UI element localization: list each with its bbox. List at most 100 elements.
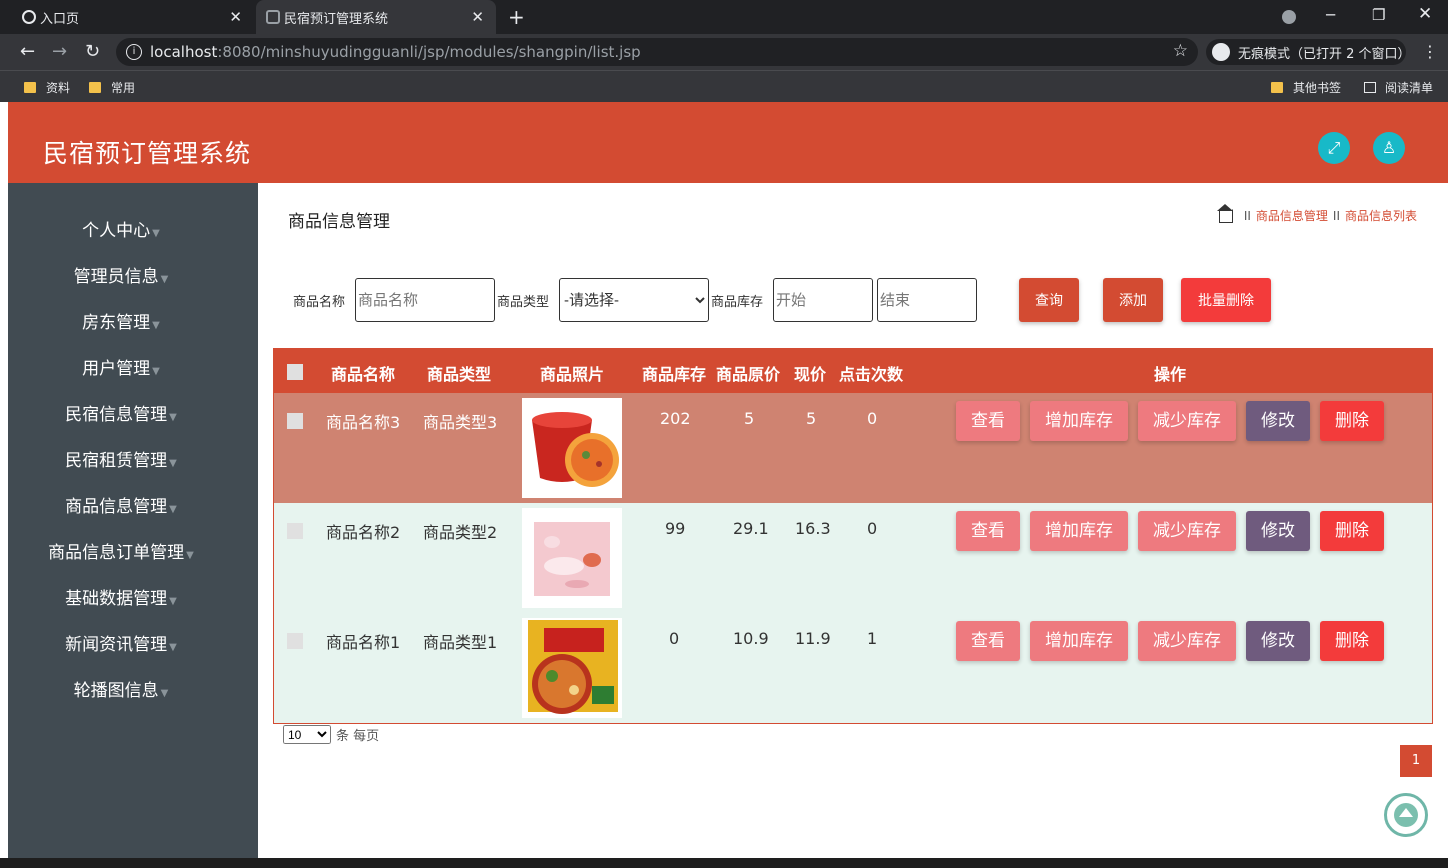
view-button[interactable]: 查看 xyxy=(956,621,1020,661)
menu-dots-icon[interactable]: ⋮ xyxy=(1422,42,1438,61)
row-checkbox[interactable] xyxy=(287,523,303,539)
sidebar-item-label: 商品信息订单管理 xyxy=(48,543,185,563)
sidebar-item-label: 用户管理 xyxy=(82,359,151,379)
cell-price: 10.9 xyxy=(733,629,769,648)
page-size-select[interactable]: 10 xyxy=(283,725,331,744)
bookmarks-bar: 资料 常用 其他书签 阅读清单 xyxy=(0,70,1448,102)
incognito-badge[interactable]: 无痕模式（已打开 2 个窗口） xyxy=(1206,39,1411,65)
new-tab-icon[interactable]: + xyxy=(508,5,525,29)
delete-button[interactable]: 删除 xyxy=(1320,621,1384,661)
forward-icon[interactable]: → xyxy=(52,41,67,62)
breadcrumb-link[interactable]: 商品信息管理 xyxy=(1256,207,1328,224)
edit-button[interactable]: 修改 xyxy=(1246,401,1310,441)
breadcrumb-current[interactable]: 商品信息列表 xyxy=(1345,207,1417,224)
sidebar-item-users[interactable]: 用户管理 ▼ xyxy=(8,354,234,379)
table-row[interactable]: 商品名称1 商品类型1 0 10.9 11.9 1 查看 增加库存 减少库存 修… xyxy=(274,613,1432,723)
sidebar-item-carousel[interactable]: 轮播图信息 ▼ xyxy=(8,676,234,701)
product-photo[interactable] xyxy=(522,398,622,498)
col-price: 商品原价 xyxy=(716,365,781,384)
row-checkbox[interactable] xyxy=(287,633,303,649)
page-number-button[interactable]: 1 xyxy=(1400,745,1432,777)
os-taskbar xyxy=(0,858,1448,868)
product-photo[interactable] xyxy=(522,508,622,608)
page-title: 商品信息管理 xyxy=(288,212,390,232)
sidebar: 个人中心 ▼ 管理员信息 ▼ 房东管理 ▼ 用户管理 ▼ 民宿信息管理 ▼ 民宿租赁管理 ▼… xyxy=(8,183,258,868)
browser-tab-strip: 入口页 ✕ 民宿预订管理系统 ✕ + ─ ❐ ✕ xyxy=(0,0,1448,34)
bookmark-item[interactable]: 资料 xyxy=(24,79,70,96)
sidebar-item-label: 基础数据管理 xyxy=(65,589,168,609)
stock-start-input[interactable] xyxy=(773,278,873,322)
sidebar-item-products[interactable]: 商品信息管理 ▼ xyxy=(8,492,234,517)
cell-clicks: 0 xyxy=(867,409,878,428)
reload-icon[interactable]: ↻ xyxy=(85,41,100,62)
name-filter-input[interactable] xyxy=(355,278,495,322)
reduce-stock-button[interactable]: 减少库存 xyxy=(1138,511,1236,551)
cell-type: 商品类型3 xyxy=(423,413,498,432)
cell-price: 29.1 xyxy=(733,519,769,538)
sidebar-item-admins[interactable]: 管理员信息 ▼ xyxy=(8,262,234,287)
window-close-icon[interactable]: ✕ xyxy=(1418,4,1432,24)
close-icon[interactable]: ✕ xyxy=(471,8,484,26)
info-icon[interactable]: i xyxy=(126,44,142,60)
add-stock-button[interactable]: 增加库存 xyxy=(1030,621,1128,661)
view-button[interactable]: 查看 xyxy=(956,401,1020,441)
app-title: 民宿预订管理系统 xyxy=(43,139,252,168)
cell-current-price: 11.9 xyxy=(795,629,831,648)
product-photo[interactable] xyxy=(522,618,622,718)
col-stock: 商品库存 xyxy=(642,365,707,384)
breadcrumb-separator: II xyxy=(1332,208,1340,223)
main-content: 商品信息管理 II 商品信息管理 II 商品信息列表 商品名称 商品类型 -请选… xyxy=(258,183,1448,868)
sidebar-item-basic-data[interactable]: 基础数据管理 ▼ xyxy=(8,584,234,609)
reduce-stock-button[interactable]: 减少库存 xyxy=(1138,401,1236,441)
browser-tab-active[interactable]: 民宿预订管理系统 ✕ xyxy=(256,0,496,34)
bookmark-star-icon[interactable]: ☆ xyxy=(1173,41,1188,61)
delete-button[interactable]: 删除 xyxy=(1320,401,1384,441)
delete-button[interactable]: 删除 xyxy=(1320,511,1384,551)
profile-dropdown-icon[interactable] xyxy=(1282,10,1296,24)
sidebar-item-product-orders[interactable]: 商品信息订单管理 ▼ xyxy=(8,538,234,563)
reading-list-icon xyxy=(1364,82,1376,93)
reading-list[interactable]: 阅读清单 xyxy=(1364,79,1433,96)
restore-icon[interactable]: ❐ xyxy=(1372,6,1385,24)
url-input[interactable]: i localhost:8080/minshuyudingguanli/jsp/… xyxy=(116,38,1198,66)
home-icon[interactable] xyxy=(1216,203,1233,223)
sidebar-item-profile[interactable]: 个人中心 ▼ xyxy=(8,216,234,241)
sidebar-item-label: 管理员信息 xyxy=(73,267,159,287)
add-button[interactable]: 添加 xyxy=(1103,278,1163,322)
bookmark-label: 其他书签 xyxy=(1293,81,1342,95)
browser-tab-entry[interactable]: 入口页 ✕ xyxy=(12,0,254,34)
sidebar-item-rentals[interactable]: 民宿租赁管理 ▼ xyxy=(8,446,234,471)
caret-down-icon: ▼ xyxy=(169,412,177,423)
col-clicks: 点击次数 xyxy=(839,365,904,384)
bookmark-item[interactable]: 常用 xyxy=(89,79,135,96)
sidebar-item-homestays[interactable]: 民宿信息管理 ▼ xyxy=(8,400,234,425)
table-row[interactable]: 商品名称3 商品类型3 202 5 5 0 查看 增加库存 减少库存 修改 删除 xyxy=(274,393,1432,503)
user-icon[interactable]: ♙ xyxy=(1373,132,1405,164)
fullscreen-icon[interactable]: ⤢ xyxy=(1318,132,1350,164)
incognito-label: 无痕模式（已打开 2 个窗口） xyxy=(1238,46,1411,62)
minimize-icon[interactable]: ─ xyxy=(1326,6,1335,24)
caret-down-icon: ▼ xyxy=(169,596,177,607)
back-icon[interactable]: ← xyxy=(20,41,35,62)
select-all-checkbox[interactable] xyxy=(287,364,303,380)
sidebar-item-landlords[interactable]: 房东管理 ▼ xyxy=(8,308,234,333)
add-stock-button[interactable]: 增加库存 xyxy=(1030,401,1128,441)
edit-button[interactable]: 修改 xyxy=(1246,621,1310,661)
row-checkbox[interactable] xyxy=(287,413,303,429)
close-icon[interactable]: ✕ xyxy=(229,8,242,26)
cell-clicks: 1 xyxy=(867,629,878,648)
sidebar-item-news[interactable]: 新闻资讯管理 ▼ xyxy=(8,630,234,655)
back-to-top-icon[interactable] xyxy=(1384,793,1428,837)
table-row[interactable]: 商品名称2 商品类型2 99 29.1 16.3 0 查看 增加库存 减少库存 … xyxy=(274,503,1432,613)
edit-button[interactable]: 修改 xyxy=(1246,511,1310,551)
view-button[interactable]: 查看 xyxy=(956,511,1020,551)
batch-delete-button[interactable]: 批量删除 xyxy=(1181,278,1271,322)
name-filter-label: 商品名称 xyxy=(293,295,346,310)
add-stock-button[interactable]: 增加库存 xyxy=(1030,511,1128,551)
url-host: localhost xyxy=(150,43,218,61)
type-filter-select[interactable]: -请选择- xyxy=(559,278,709,322)
query-button[interactable]: 查询 xyxy=(1019,278,1079,322)
bookmark-other[interactable]: 其他书签 xyxy=(1271,79,1341,96)
reduce-stock-button[interactable]: 减少库存 xyxy=(1138,621,1236,661)
stock-end-input[interactable] xyxy=(877,278,977,322)
